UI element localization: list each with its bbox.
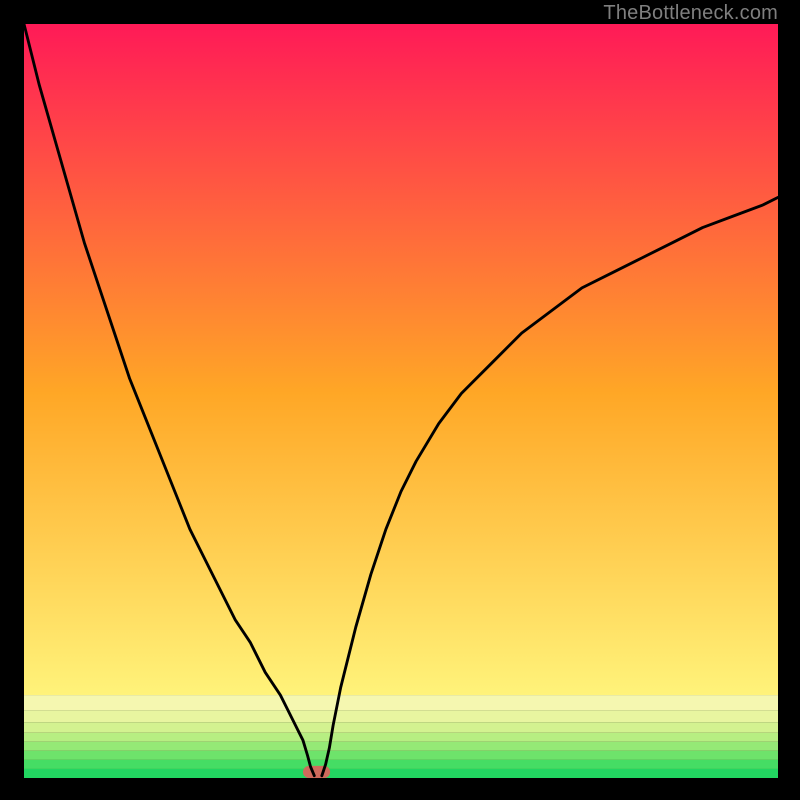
chart-frame [24,24,778,778]
watermark-text: TheBottleneck.com [603,2,778,25]
bottleneck-chart [24,24,778,778]
bottleneck-marker [303,766,330,778]
